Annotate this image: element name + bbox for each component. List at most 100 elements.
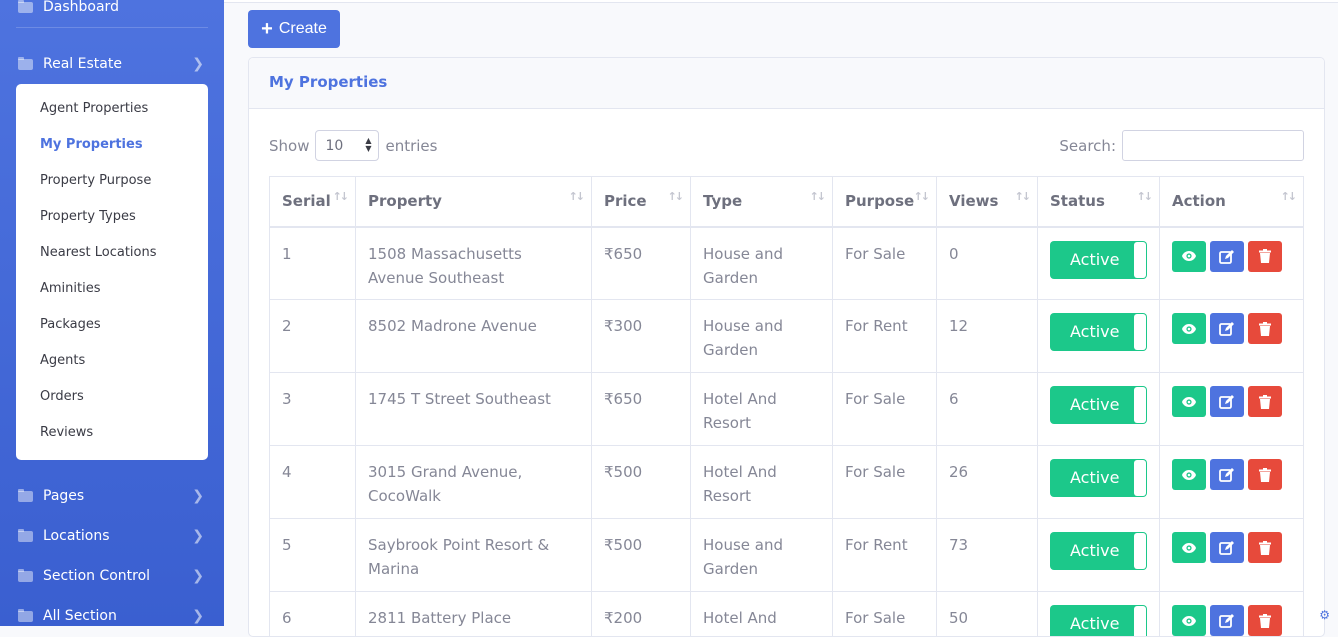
cell-views: 6 — [937, 373, 1038, 446]
cell-status: Active — [1038, 227, 1160, 300]
submenu-agents[interactable]: Agents — [16, 349, 208, 385]
cell-property: 3015 Grand Avenue, CocoWalk — [356, 446, 592, 519]
delete-button[interactable] — [1248, 459, 1282, 490]
chevron-right-icon: ❯ — [192, 56, 204, 72]
sidebar-item-label: Real Estate — [43, 56, 122, 72]
trash-icon — [1259, 395, 1271, 409]
trash-icon — [1259, 322, 1271, 336]
delete-button[interactable] — [1248, 532, 1282, 563]
cell-price: ₹650 — [592, 373, 691, 446]
submenu-agent-properties[interactable]: Agent Properties — [16, 97, 208, 133]
submenu-my-properties[interactable]: My Properties — [16, 133, 208, 169]
sidebar-item-pages[interactable]: Pages ❯ — [16, 484, 208, 508]
status-toggle[interactable]: Active — [1050, 605, 1147, 637]
edit-button[interactable] — [1210, 532, 1244, 563]
cell-property: 1508 Massachusetts Avenue Southeast — [356, 227, 592, 300]
column-header-serial[interactable]: Serial↑↓ — [270, 177, 356, 227]
table-row: 6 2811 Battery Place ₹200 Hotel And For … — [270, 592, 1304, 637]
cell-status: Active — [1038, 373, 1160, 446]
sidebar-item-section-control[interactable]: Section Control ❯ — [16, 564, 208, 588]
submenu-nearest-locations[interactable]: Nearest Locations — [16, 241, 208, 277]
column-header-action[interactable]: Action↑↓ — [1160, 177, 1304, 227]
edit-icon — [1219, 540, 1235, 555]
status-toggle[interactable]: Active — [1050, 241, 1147, 279]
status-toggle[interactable]: Active — [1050, 386, 1147, 424]
show-label: Show — [269, 137, 309, 155]
sidebar-item-locations[interactable]: Locations ❯ — [16, 524, 208, 548]
view-button[interactable] — [1172, 313, 1206, 344]
cell-price: ₹300 — [592, 300, 691, 373]
settings-icon[interactable]: ⚙ — [1319, 608, 1330, 622]
submenu-packages[interactable]: Packages — [16, 313, 208, 349]
status-toggle[interactable]: Active — [1050, 459, 1147, 497]
edit-button[interactable] — [1210, 605, 1244, 636]
cell-action — [1160, 446, 1304, 519]
eye-icon — [1181, 250, 1197, 262]
view-button[interactable] — [1172, 532, 1206, 563]
column-header-purpose[interactable]: Purpose↑↓ — [833, 177, 937, 227]
cell-type: Hotel And Resort — [691, 446, 833, 519]
table-row: 3 1745 T Street Southeast ₹650 Hotel And… — [270, 373, 1304, 446]
submenu-aminities[interactable]: Aminities — [16, 277, 208, 313]
entries-select[interactable]: 10 ▲▼ — [315, 130, 379, 161]
cell-price: ₹500 — [592, 519, 691, 592]
sidebar-item-all-section[interactable]: All Section ❯ — [16, 604, 208, 628]
eye-icon — [1181, 542, 1197, 554]
cell-views: 12 — [937, 300, 1038, 373]
row-actions — [1172, 241, 1291, 272]
status-toggle[interactable]: Active — [1050, 313, 1147, 351]
properties-card: My Properties Show 10 ▲▼ entries Search:… — [248, 57, 1325, 637]
edit-icon — [1219, 467, 1235, 482]
search-input[interactable] — [1122, 130, 1304, 161]
submenu-property-types[interactable]: Property Types — [16, 205, 208, 241]
toggle-knob — [1134, 460, 1146, 496]
toggle-knob — [1134, 314, 1146, 350]
submenu-orders[interactable]: Orders — [16, 385, 208, 421]
eye-icon — [1181, 396, 1197, 408]
delete-button[interactable] — [1248, 605, 1282, 636]
cell-type: Hotel And — [691, 592, 833, 637]
edit-button[interactable] — [1210, 241, 1244, 272]
delete-button[interactable] — [1248, 386, 1282, 417]
view-button[interactable] — [1172, 241, 1206, 272]
cell-action — [1160, 373, 1304, 446]
toggle-knob — [1134, 387, 1146, 423]
select-arrows-icon: ▲▼ — [365, 137, 371, 153]
edit-button[interactable] — [1210, 459, 1244, 490]
status-label: Active — [1070, 466, 1120, 490]
edit-button[interactable] — [1210, 386, 1244, 417]
submenu-reviews[interactable]: Reviews — [16, 421, 208, 457]
submenu-property-purpose[interactable]: Property Purpose — [16, 169, 208, 205]
view-button[interactable] — [1172, 605, 1206, 636]
column-header-status[interactable]: Status↑↓ — [1038, 177, 1160, 227]
column-header-price[interactable]: Price↑↓ — [592, 177, 691, 227]
cell-serial: 4 — [270, 446, 356, 519]
cell-action — [1160, 300, 1304, 373]
column-header-label: Purpose — [845, 192, 914, 210]
status-toggle[interactable]: Active — [1050, 532, 1147, 570]
cell-serial: 5 — [270, 519, 356, 592]
sidebar-item-real-estate[interactable]: Real Estate ❯ — [16, 52, 208, 76]
sidebar-divider — [16, 27, 208, 28]
cell-purpose: For Sale — [833, 373, 937, 446]
create-button[interactable]: + Create — [248, 10, 340, 48]
view-button[interactable] — [1172, 459, 1206, 490]
column-header-label: Price — [604, 192, 647, 210]
column-header-property[interactable]: Property↑↓ — [356, 177, 592, 227]
view-button[interactable] — [1172, 386, 1206, 417]
column-header-type[interactable]: Type↑↓ — [691, 177, 833, 227]
folder-icon — [18, 611, 33, 622]
column-header-views[interactable]: Views↑↓ — [937, 177, 1038, 227]
cell-property: 2811 Battery Place — [356, 592, 592, 637]
dashboard-icon — [18, 2, 33, 13]
card-title: My Properties — [249, 58, 1324, 109]
delete-button[interactable] — [1248, 241, 1282, 272]
column-header-label: Property — [368, 192, 442, 210]
sidebar-item-dashboard[interactable]: Dashboard — [16, 0, 208, 19]
cell-action — [1160, 519, 1304, 592]
entries-label: entries — [385, 137, 437, 155]
chevron-right-icon: ❯ — [192, 488, 204, 504]
edit-button[interactable] — [1210, 313, 1244, 344]
column-header-label: Action — [1172, 192, 1226, 210]
delete-button[interactable] — [1248, 313, 1282, 344]
